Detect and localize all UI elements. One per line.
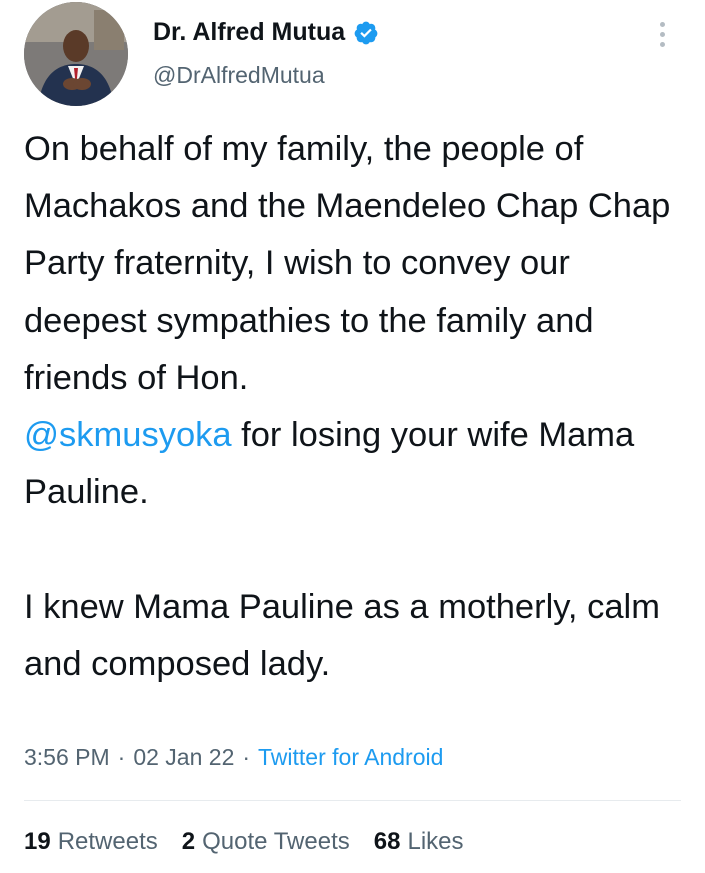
tweet-time[interactable]: 3:56 PM <box>24 744 110 771</box>
quote-tweets-count: 2 <box>181 828 196 855</box>
tweet-source-link[interactable]: Twitter for Android <box>258 744 443 771</box>
meta-separator: · <box>117 744 126 770</box>
quote-tweets-stat[interactable]: 2 Quote Tweets <box>182 828 350 856</box>
verified-badge-icon <box>354 21 378 44</box>
tweet-stats: 19 Retweets 2 Quote Tweets 68 Likes <box>24 828 464 856</box>
likes-label: Likes <box>407 828 464 855</box>
mention-link[interactable]: @skmusyoka <box>24 416 232 454</box>
tweet-paragraph-2: I knew Mama Pauline as a motherly, calm … <box>24 587 660 683</box>
meta-separator: · <box>242 744 251 770</box>
more-options-icon[interactable] <box>650 16 674 52</box>
author-avatar[interactable] <box>24 2 128 106</box>
tweet-date[interactable]: 02 Jan 22 <box>133 744 234 771</box>
quote-tweets-label: Quote Tweets <box>202 828 350 855</box>
tweet-paragraph-1: On behalf of my family, the people of Ma… <box>24 121 694 521</box>
tweet-text-part: On behalf of my family, the people of Ma… <box>24 130 671 397</box>
tweet-meta: 3:56 PM · 02 Jan 22 · Twitter for Androi… <box>24 744 443 771</box>
tweet-text: On behalf of my family, the people of Ma… <box>24 121 694 693</box>
author-handle[interactable]: @DrAlfredMutua <box>153 62 325 89</box>
retweets-stat[interactable]: 19 Retweets <box>24 828 158 856</box>
likes-count: 68 <box>373 828 401 855</box>
avatar-photo <box>24 2 128 106</box>
divider <box>24 800 681 801</box>
likes-stat[interactable]: 68 Likes <box>374 828 464 856</box>
author-name[interactable]: Dr. Alfred Mutua <box>153 18 345 47</box>
retweets-label: Retweets <box>57 828 158 855</box>
author-name-row[interactable]: Dr. Alfred Mutua <box>153 18 379 47</box>
retweets-count: 19 <box>24 828 51 855</box>
